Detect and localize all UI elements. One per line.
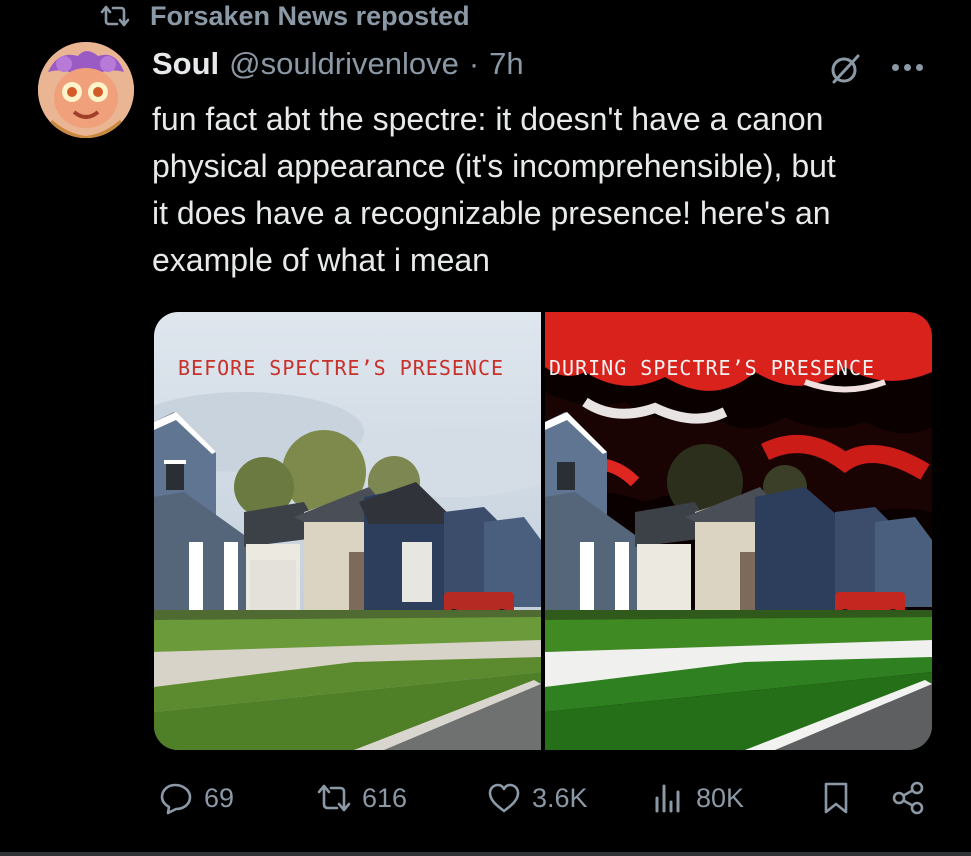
grok-icon[interactable] — [828, 52, 862, 86]
tweet-text: fun fact abt the spectre: it doesn't hav… — [152, 96, 942, 284]
tweet-actions: 69 616 3.6K 80K — [150, 780, 940, 824]
timestamp[interactable]: 7h — [489, 46, 523, 82]
share-icon — [892, 781, 924, 815]
tweet-text-line: physical appearance (it's incomprehensib… — [152, 148, 836, 184]
tweet-media[interactable]: BEFORE SPECTRE’S PRESENCE DURING SPECTRE… — [154, 312, 932, 750]
views-icon — [655, 784, 680, 813]
author-handle[interactable]: @souldrivenlove — [229, 46, 459, 82]
repost-icon — [317, 784, 351, 812]
tweet-header: Soul @souldrivenlove · 7h — [152, 46, 524, 82]
heart-icon — [488, 783, 520, 813]
more-options-icon[interactable] — [892, 64, 930, 74]
avatar-image — [38, 42, 134, 138]
reply-count: 69 — [204, 782, 235, 813]
bookmark-button[interactable] — [818, 780, 854, 816]
like-button[interactable]: 3.6K — [486, 780, 588, 816]
before-image[interactable]: BEFORE SPECTRE’S PRESENCE — [154, 312, 541, 750]
repost-icon — [100, 5, 130, 27]
during-image[interactable]: DURING SPECTRE’S PRESENCE — [545, 312, 932, 750]
separator-dot: · — [468, 46, 480, 81]
tweet-text-line: fun fact abt the spectre: it doesn't hav… — [152, 101, 824, 137]
views-button[interactable]: 80K — [650, 780, 744, 816]
like-count: 3.6K — [532, 782, 588, 813]
before-caption: BEFORE SPECTRE’S PRESENCE — [178, 356, 505, 380]
repost-count: 616 — [362, 782, 408, 813]
reply-icon — [160, 783, 192, 815]
tweet-text-line: it does have a recognizable presence! he… — [152, 195, 831, 231]
repost-indicator[interactable]: Forsaken News reposted — [100, 0, 470, 32]
repost-label: Forsaken News reposted — [150, 0, 470, 31]
reply-button[interactable]: 69 — [158, 780, 234, 816]
divider — [0, 852, 971, 856]
author-name[interactable]: Soul — [152, 46, 219, 82]
view-count: 80K — [696, 782, 745, 813]
bookmark-icon — [824, 782, 848, 814]
during-caption: DURING SPECTRE’S PRESENCE — [549, 356, 876, 380]
avatar[interactable] — [38, 42, 134, 138]
repost-button[interactable]: 616 — [316, 780, 407, 816]
share-button[interactable] — [890, 780, 926, 816]
tweet-text-line: example of what i mean — [152, 242, 490, 278]
